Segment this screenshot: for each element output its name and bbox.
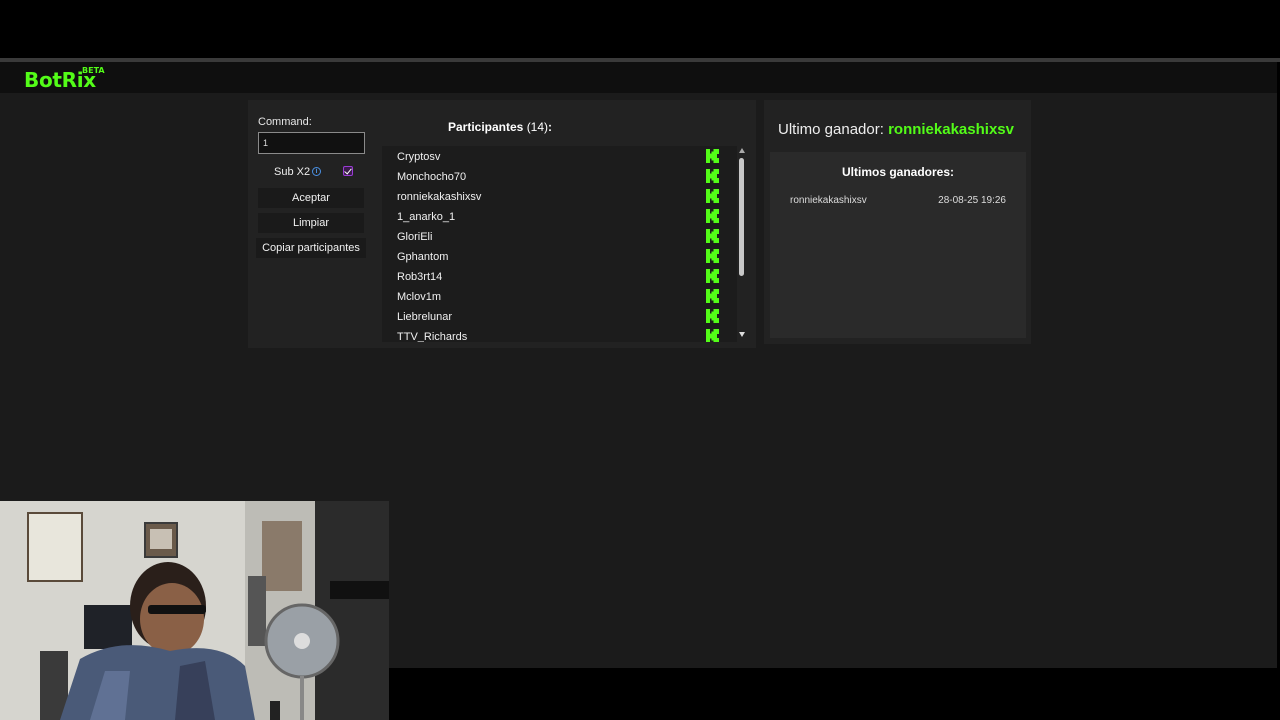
winners-panel: Ultimo ganador: ronniekakashixsv Ultimos… — [764, 100, 1031, 344]
list-item: Gphantom — [382, 246, 737, 266]
kick-icon — [706, 329, 719, 342]
participants-title-suffix: : — [548, 120, 553, 134]
list-item: Cryptosv — [382, 146, 737, 166]
kick-icon — [706, 169, 719, 183]
list-item: TTV_Richards — [382, 326, 737, 342]
list-item: ronniekakashixsv — [382, 186, 737, 206]
app-header: BotRix BETA — [0, 62, 1277, 93]
beta-badge: BETA — [82, 66, 105, 75]
participant-name: Gphantom — [397, 251, 449, 263]
bottom-black-bar — [389, 668, 1280, 720]
scroll-up-arrow-icon[interactable] — [739, 148, 745, 153]
participant-name: 1_anarko_1 — [397, 211, 456, 223]
kick-icon — [706, 209, 719, 223]
participant-name: Cryptosv — [397, 151, 441, 163]
participants-list[interactable]: Cryptosv Monchocho70 ronniekakashixsv 1_… — [382, 146, 737, 342]
participant-name: GloriEli — [397, 231, 433, 243]
copiar-participantes-button[interactable]: Copiar participantes — [256, 238, 366, 258]
sub-x2-label: Sub X2 — [274, 166, 311, 178]
scroll-down-arrow-icon[interactable] — [739, 332, 745, 337]
kick-icon — [706, 229, 719, 243]
participants-title-text: Participantes — [447, 120, 524, 134]
participant-name: Mclov1m — [397, 291, 442, 303]
kick-icon — [706, 149, 719, 163]
participants-count: (14) — [526, 120, 549, 134]
sub-x2-row: Sub X2 i — [258, 164, 364, 182]
raffle-panel: Command: Sub X2 i Aceptar Limpiar Copiar… — [248, 100, 756, 348]
last-winner-name: ronniekakashixsv — [888, 121, 1014, 138]
top-black-bar — [0, 0, 1280, 58]
webcam-overlay — [0, 501, 389, 720]
participant-name: Monchocho70 — [397, 171, 467, 183]
list-item: Mclov1m — [382, 286, 737, 306]
last-winner-line: Ultimo ganador: ronniekakashixsv — [778, 121, 1014, 138]
participant-name: Liebrelunar — [397, 311, 453, 323]
command-input[interactable] — [258, 132, 365, 154]
recent-winners-box: Ultimos ganadores: ronniekakashixsv 28-0… — [770, 152, 1026, 338]
aceptar-button[interactable]: Aceptar — [258, 188, 364, 208]
participant-name: TTV_Richards — [397, 331, 468, 342]
list-item: Monchocho70 — [382, 166, 737, 186]
list-item: 1_anarko_1 — [382, 206, 737, 226]
info-icon[interactable]: i — [312, 167, 321, 176]
sub-x2-checkbox[interactable] — [343, 166, 353, 176]
recent-winners-title: Ultimos ganadores: — [841, 165, 955, 179]
winner-row-date: 28-08-25 19:26 — [938, 195, 1006, 206]
kick-icon — [706, 249, 719, 263]
participants-title: Participantes (14): — [382, 120, 618, 134]
kick-icon — [706, 309, 719, 323]
list-item: Liebrelunar — [382, 306, 737, 326]
last-winner-label: Ultimo ganador: — [778, 121, 884, 138]
participants-scrollbar[interactable] — [737, 146, 747, 342]
limpiar-button[interactable]: Limpiar — [258, 213, 364, 233]
command-label: Command: — [258, 116, 312, 128]
list-item: Rob3rt14 — [382, 266, 737, 286]
participant-name: ronniekakashixsv — [397, 191, 482, 203]
kick-icon — [706, 289, 719, 303]
participant-name: Rob3rt14 — [397, 271, 443, 283]
kick-icon — [706, 189, 719, 203]
webcam-scene — [0, 501, 389, 720]
list-item: GloriEli — [382, 226, 737, 246]
winner-row-name: ronniekakashixsv — [790, 195, 867, 206]
scroll-thumb[interactable] — [739, 158, 744, 276]
kick-icon — [706, 269, 719, 283]
